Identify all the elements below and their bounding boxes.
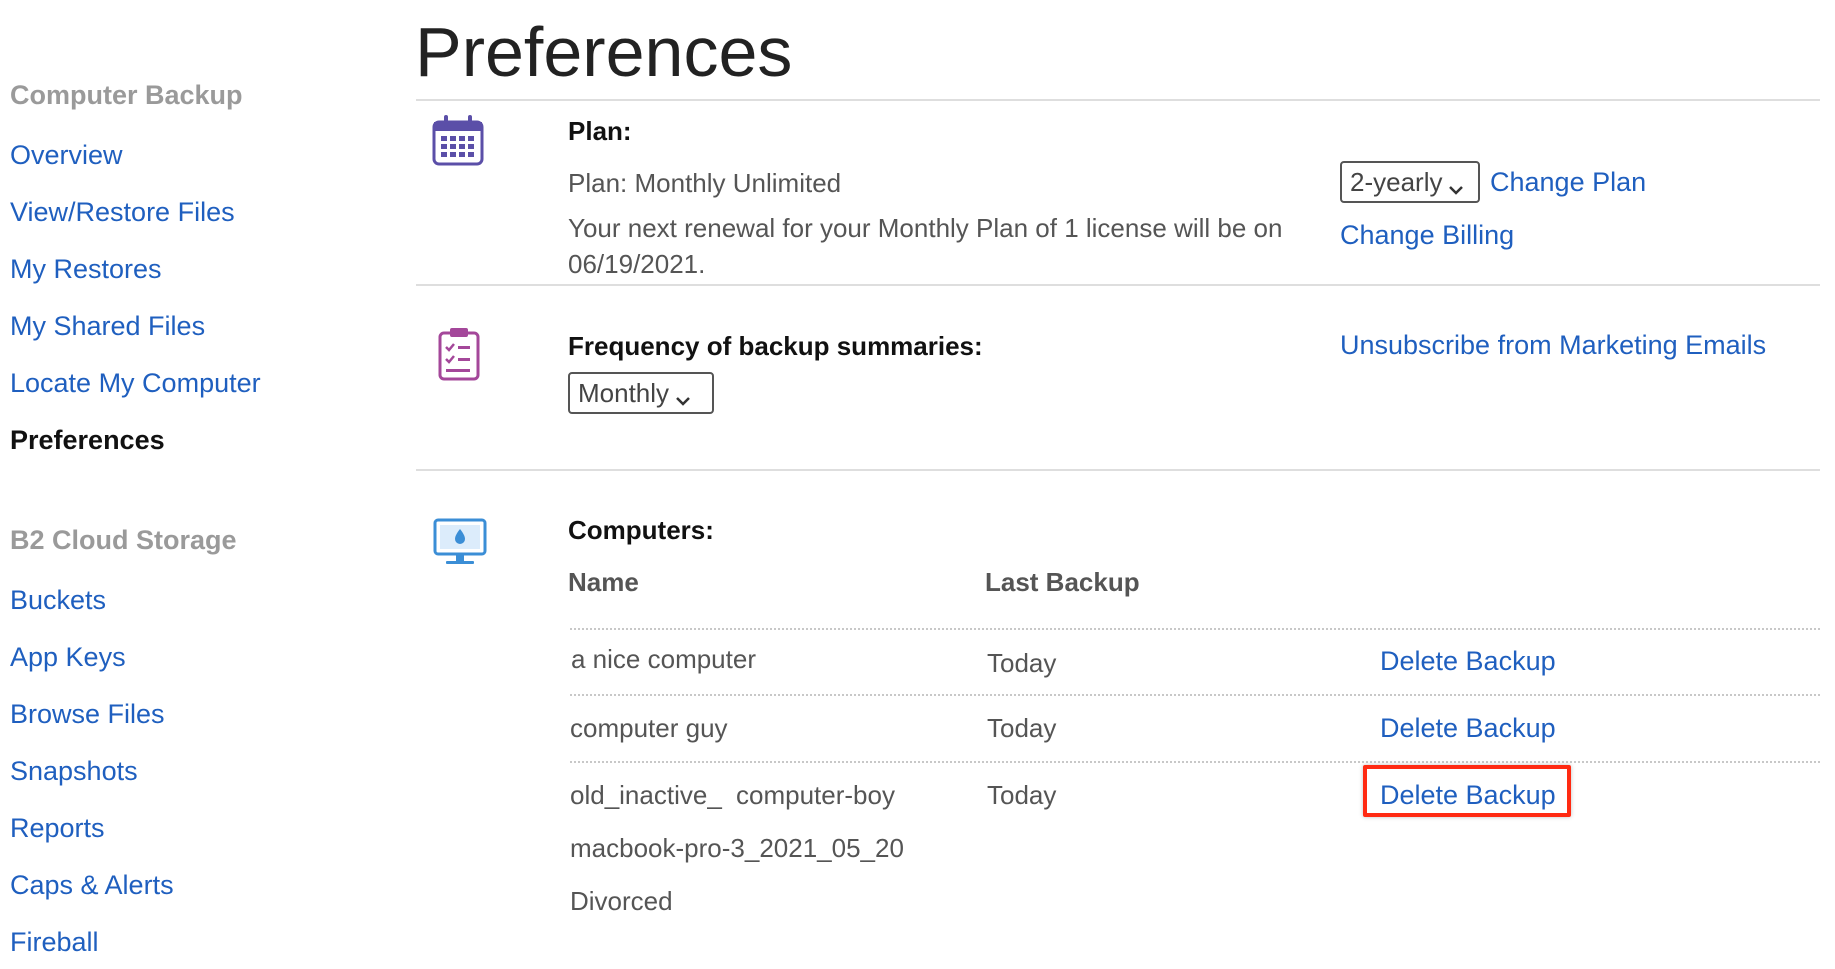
- computers-heading: Computers:: [568, 515, 714, 545]
- sidebar-item-locate-my-computer[interactable]: Locate My Computer: [10, 368, 261, 399]
- divider: [416, 99, 1820, 101]
- sidebar-item-caps-alerts[interactable]: Caps & Alerts: [10, 870, 174, 901]
- page-title: Preferences: [415, 13, 793, 91]
- computer-name-line2: macbook-pro-3_2021_05_20: [570, 833, 904, 863]
- computer-name: computer guy: [570, 713, 728, 743]
- divider: [416, 284, 1820, 286]
- sidebar-item-view-restore-files[interactable]: View/Restore Files: [10, 197, 235, 228]
- chevron-down-icon: [675, 385, 691, 406]
- calendar-icon: [430, 112, 486, 168]
- last-backup-value: Today: [987, 780, 1057, 810]
- sidebar-item-my-shared-files[interactable]: My Shared Files: [10, 311, 205, 342]
- sidebar-item-my-restores[interactable]: My Restores: [10, 254, 162, 285]
- change-plan-link[interactable]: Change Plan: [1490, 167, 1646, 198]
- monitor-icon: [432, 515, 488, 571]
- column-header-name: Name: [568, 567, 639, 597]
- sidebar-item-browse-files[interactable]: Browse Files: [10, 699, 165, 730]
- sidebar-item-app-keys[interactable]: App Keys: [10, 642, 126, 673]
- computer-status: Divorced: [570, 886, 673, 916]
- delete-backup-link[interactable]: Delete Backup: [1380, 713, 1556, 744]
- computer-name-part2: computer-boy: [736, 780, 895, 810]
- clipboard-checklist-icon: [432, 325, 488, 381]
- frequency-select-value: Monthly: [578, 377, 670, 408]
- frequency-heading: Frequency of backup summaries:: [568, 331, 983, 361]
- divider: [416, 469, 1820, 471]
- unsubscribe-marketing-link[interactable]: Unsubscribe from Marketing Emails: [1340, 330, 1766, 361]
- computer-name: a nice computer: [571, 644, 756, 674]
- last-backup-value: Today: [987, 648, 1057, 678]
- row-divider: [570, 628, 1820, 630]
- change-billing-link[interactable]: Change Billing: [1340, 220, 1514, 251]
- sidebar-item-fireball[interactable]: Fireball: [10, 927, 99, 958]
- column-header-last-backup: Last Backup: [985, 567, 1140, 597]
- row-divider: [570, 761, 1820, 763]
- sidebar-item-buckets[interactable]: Buckets: [10, 585, 106, 616]
- page: Computer Backup Overview View/Restore Fi…: [0, 0, 1835, 969]
- plan-select[interactable]: 2-yearly: [1340, 161, 1480, 203]
- sidebar-item-snapshots[interactable]: Snapshots: [10, 756, 138, 787]
- sidebar-item-reports[interactable]: Reports: [10, 813, 105, 844]
- frequency-select[interactable]: Monthly: [568, 372, 714, 414]
- last-backup-value: Today: [987, 713, 1057, 743]
- highlight-box: [1363, 765, 1571, 817]
- renewal-text-line1: Your next renewal for your Monthly Plan …: [568, 213, 1283, 243]
- row-divider: [570, 694, 1820, 696]
- plan-name: Plan: Monthly Unlimited: [568, 168, 842, 198]
- plan-select-value: 2-yearly: [1350, 166, 1443, 197]
- sidebar-item-overview[interactable]: Overview: [10, 140, 123, 171]
- sidebar-item-preferences[interactable]: Preferences: [10, 425, 165, 456]
- computer-name-part1: old_inactive_: [570, 780, 722, 810]
- renewal-text-line2: 06/19/2021.: [568, 249, 706, 279]
- plan-heading: Plan:: [568, 116, 632, 146]
- sidebar-heading-b2-cloud-storage: B2 Cloud Storage: [10, 525, 237, 555]
- sidebar-heading-computer-backup: Computer Backup: [10, 80, 243, 110]
- delete-backup-link[interactable]: Delete Backup: [1380, 646, 1556, 677]
- chevron-down-icon: [1448, 174, 1464, 195]
